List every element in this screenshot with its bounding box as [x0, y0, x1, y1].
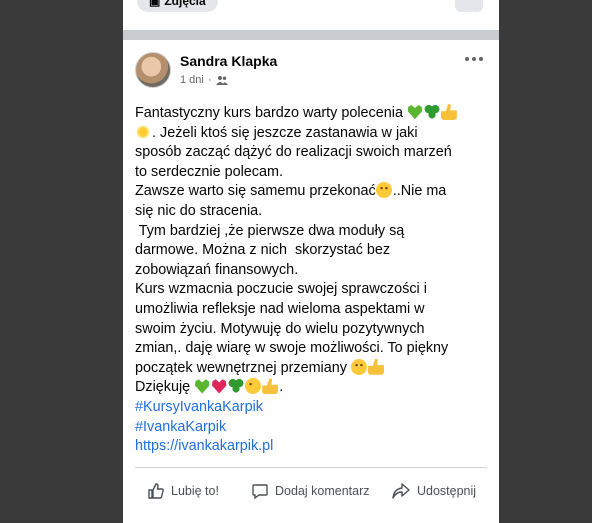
- post-body-line: Dziękuję .: [135, 378, 487, 398]
- post-body-line: zobowiązań finansowych.: [135, 261, 487, 281]
- share-button[interactable]: Udostępnij: [391, 480, 476, 502]
- post-body-line: sposób zacząć dążyć do realizacji swoich…: [135, 143, 487, 163]
- post-text: darmowe. Można z nich skorzystać bez: [135, 242, 391, 259]
- like-label: Lubię to!: [171, 484, 219, 498]
- thumbs-up-emoji-icon: [262, 378, 279, 395]
- photos-button-label: Zdjęcia: [164, 0, 206, 8]
- feed-separator: [123, 30, 499, 40]
- post-timestamp[interactable]: 1 dni: [180, 74, 204, 86]
- post-text: zmian,. daję wiarę w swoje możliwości. T…: [135, 340, 449, 357]
- comment-icon: [251, 482, 269, 500]
- post-body-line: Tym bardziej ,że pierwsze dwa moduły są: [135, 222, 487, 242]
- post-text: .: [279, 379, 284, 396]
- post-text: to serdecznie polecam.: [135, 163, 283, 180]
- post-body-line: darmowe. Można z nich skorzystać bez: [135, 241, 487, 261]
- wink-emoji-icon: [245, 378, 262, 395]
- share-icon: [391, 482, 411, 500]
- post-text: początek wewnętrznej przemiany: [135, 359, 351, 376]
- post-text: zobowiązań finansowych.: [135, 261, 299, 278]
- clover-emoji-icon: [423, 104, 440, 120]
- post-body-line: zmian,. daję wiarę w swoje możliwości. T…: [135, 339, 487, 359]
- previous-post: ▣ Zdjęcia: [123, 0, 499, 30]
- friends-icon: [215, 75, 228, 85]
- post-text: Dziękuję: [135, 379, 195, 396]
- post-meta: 1 dni ·: [180, 74, 228, 86]
- post-body: Fantastyczny kurs bardzo warty polecenia…: [135, 104, 487, 457]
- hashtag-link[interactable]: #IvankaKarpik: [135, 419, 226, 435]
- phone-screen: ▣ Zdjęcia Sandra Klapka 1 dni · Fantasty…: [123, 0, 499, 523]
- post-text: swoim życiu. Motywuję do wielu pozytywny…: [135, 320, 425, 337]
- post-body-line: https://ivankakarpik.pl: [135, 437, 487, 457]
- share-label: Udostępnij: [417, 484, 477, 498]
- more-dots-icon[interactable]: [463, 50, 485, 68]
- post-text: Fantastyczny kurs bardzo warty polecenia: [135, 105, 407, 121]
- post-author[interactable]: Sandra Klapka: [180, 53, 277, 69]
- post-body-line: to serdecznie polecam.: [135, 163, 487, 183]
- hashtag-link[interactable]: #KursyIvankaKarpik: [135, 399, 263, 415]
- post-text: się nic do stracenia.: [135, 202, 263, 219]
- post-body-line: się nic do stracenia.: [135, 202, 487, 222]
- comment-label: Dodaj komentarz: [275, 484, 370, 498]
- post-body-line: umożliwia refleksje nad wieloma aspektam…: [135, 300, 487, 320]
- photos-button[interactable]: ▣ Zdjęcia: [137, 0, 218, 12]
- post-text: umożliwia refleksje nad wieloma aspektam…: [135, 300, 425, 317]
- post-card: Sandra Klapka 1 dni · Fantastyczny kurs …: [123, 40, 499, 523]
- smile-emoji-icon: [375, 182, 392, 199]
- green-heart-emoji-icon: [194, 379, 210, 394]
- post-actions: Lubię to! Dodaj komentarz Udostępnij: [123, 476, 499, 506]
- comment-button[interactable]: Dodaj komentarz: [251, 480, 370, 502]
- photos-icon: ▣: [149, 0, 161, 8]
- action-divider: [135, 467, 487, 468]
- post-text: Kurs wzmacnia poczucie swojej sprawczośc…: [135, 281, 427, 298]
- post-body-line: Fantastyczny kurs bardzo warty polecenia: [135, 104, 487, 124]
- post-body-line: #KursyIvankaKarpik: [135, 398, 487, 418]
- post-text: sposób zacząć dążyć do realizacji swoich…: [135, 144, 452, 161]
- sun-emoji-icon: [135, 123, 151, 140]
- smile-emoji-icon: [350, 358, 367, 375]
- thumbs-up-emoji-icon: [440, 104, 457, 120]
- url-link[interactable]: https://ivankakarpik.pl: [135, 438, 273, 454]
- post-body-line: Zawsze warto się samemu przekonać ..Nie m…: [135, 182, 487, 202]
- avatar[interactable]: [135, 52, 171, 88]
- red-heart-emoji-icon: [211, 379, 227, 394]
- clover-emoji-icon: [228, 378, 245, 395]
- post-body-line: swoim życiu. Motywuję do wielu pozytywny…: [135, 320, 487, 340]
- green-heart-emoji-icon: [407, 104, 423, 120]
- post-text: ..Nie ma: [392, 183, 447, 200]
- post-body-line: początek wewnętrznej przemiany: [135, 358, 487, 379]
- thumbs-up-emoji-icon: [367, 358, 384, 375]
- meta-separator: ·: [207, 74, 212, 86]
- post-text: Tym bardziej ,że pierwsze dwa moduły są: [135, 222, 405, 239]
- like-button[interactable]: Lubię to!: [147, 480, 219, 502]
- post-text: Zawsze warto się samemu przekonać: [135, 183, 376, 200]
- post-body-line: . Jeżeli ktoś się jeszcze zastanawia w j…: [135, 123, 487, 144]
- thumbs-up-icon: [147, 482, 165, 500]
- post-text: . Jeżeli ktoś się jeszcze zastanawia w j…: [152, 124, 418, 141]
- post-body-line: #IvankaKarpik: [135, 418, 487, 438]
- post-body-line: Kurs wzmacnia poczucie swojej sprawczośc…: [135, 280, 487, 300]
- previous-post-icon-button[interactable]: [455, 0, 483, 12]
